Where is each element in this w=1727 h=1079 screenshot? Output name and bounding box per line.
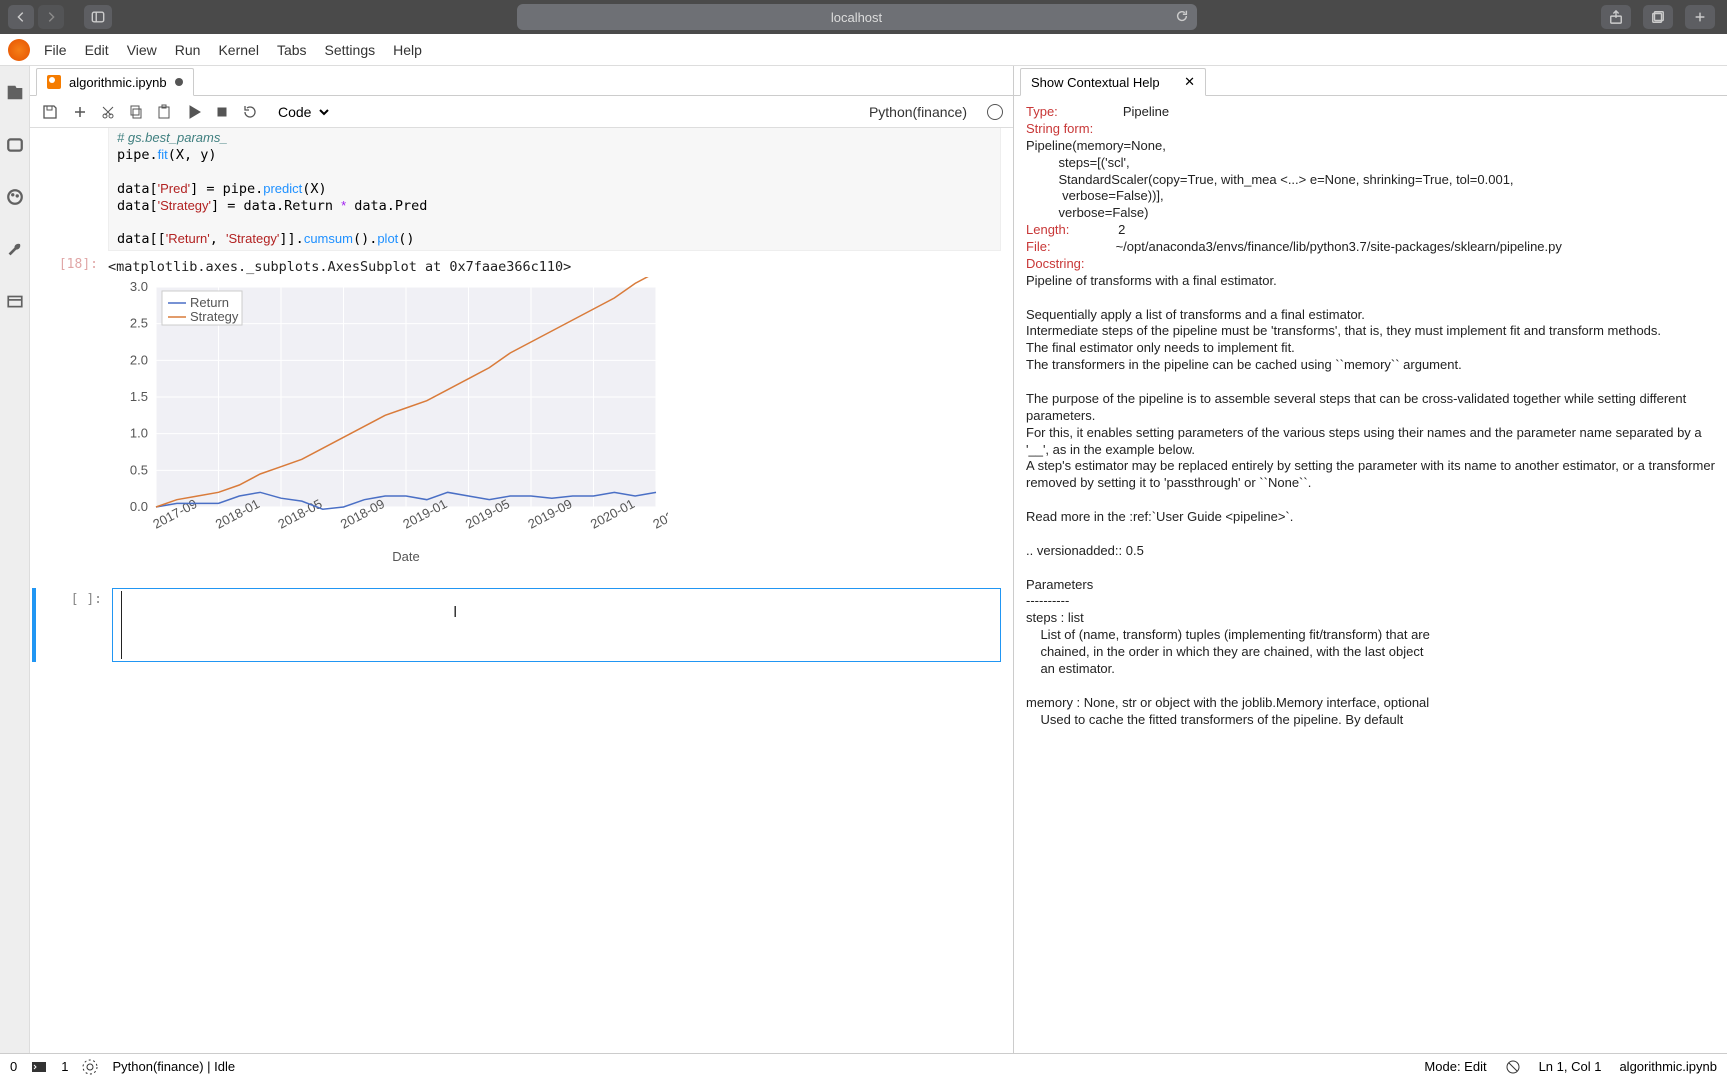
status-pos: Ln 1, Col 1 [1539,1059,1602,1074]
line-chart: 0.00.51.01.52.02.53.02017-092018-012018-… [108,277,668,567]
refresh-icon[interactable] [1175,9,1189,26]
cut-button[interactable] [98,102,118,122]
cell-type-select[interactable]: Code [270,101,332,123]
help-length-value: 2 [1118,222,1125,237]
status-kernel[interactable]: Python(finance) | Idle [112,1059,235,1074]
palette-icon[interactable] [6,188,24,206]
url-bar[interactable]: localhost [517,4,1197,30]
svg-text:Date: Date [392,549,419,564]
svg-text:0.0: 0.0 [130,499,148,514]
code-editor[interactable]: # gs.best_params_ pipe.fit(X, y) data['P… [108,128,1001,251]
restart-button[interactable] [240,102,260,122]
chart-output: 0.00.51.01.52.02.53.02017-092018-012018-… [108,277,1001,570]
save-button[interactable] [40,102,60,122]
insert-cell-button[interactable] [70,102,90,122]
help-type-label: Type: [1026,104,1058,119]
files-icon[interactable] [6,84,24,102]
help-stringform-label: String form: [1026,121,1093,136]
sidebar-toggle-button[interactable] [84,5,112,29]
browser-titlebar: localhost [0,0,1727,34]
url-text: localhost [831,10,882,25]
settings-icon[interactable] [82,1059,98,1075]
menu-edit[interactable]: Edit [85,42,109,58]
paste-button[interactable] [154,102,174,122]
notebook-tab-algorithmic[interactable]: algorithmic.ipynb [36,68,194,96]
no-error-icon[interactable] [1505,1059,1521,1075]
forward-button[interactable] [38,5,64,29]
cell-input-prompt: [ ]: [36,588,112,662]
back-button[interactable] [8,5,34,29]
svg-text:1.0: 1.0 [130,426,148,441]
kernel-status-icon [987,104,1003,120]
notebook-body[interactable]: # gs.best_params_ pipe.fit(X, y) data['P… [30,128,1013,1053]
status-mode: Mode: Edit [1424,1059,1486,1074]
help-type-value: Pipeline [1123,104,1169,119]
menu-file[interactable]: File [44,42,67,58]
activity-bar [0,66,30,1053]
svg-text:1.5: 1.5 [130,389,148,404]
menu-tabs[interactable]: Tabs [277,42,307,58]
copy-button[interactable] [126,102,146,122]
notebook-panel: algorithmic.ipynb Code Python(finance) [30,66,1014,1053]
stop-button[interactable] [212,102,232,122]
cell-output-text: <matplotlib.axes._subplots.AxesSubplot a… [108,257,571,277]
help-tab-label: Show Contextual Help [1031,75,1160,90]
open-tabs-icon[interactable] [6,292,24,310]
menu-help[interactable]: Help [393,42,422,58]
help-docstring-label: Docstring: [1026,256,1085,271]
menu-kernel[interactable]: Kernel [218,42,258,58]
cell-output-prompt: [18]: [32,257,108,277]
notebook-toolbar: Code Python(finance) [30,96,1013,128]
tab-close-icon[interactable]: ✕ [1184,74,1195,90]
help-tabs: Show Contextual Help ✕ [1014,66,1727,96]
running-icon[interactable] [6,136,24,154]
help-length-label: Length: [1026,222,1069,237]
wrench-icon[interactable] [6,240,24,258]
help-tab[interactable]: Show Contextual Help ✕ [1020,68,1206,96]
help-docstring-value: Pipeline of transforms with a final esti… [1026,273,1719,727]
cell-input-prompt [32,128,108,251]
unsaved-dot-icon [175,78,183,86]
help-panel: Show Contextual Help ✕ Type: Pipeline St… [1014,66,1727,1053]
svg-text:3.0: 3.0 [130,279,148,294]
help-stringform-value: Pipeline(memory=None, steps=[('scl', Sta… [1026,138,1514,221]
terminals-icon[interactable] [31,1059,47,1075]
notebook-file-icon [47,75,61,89]
status-left-num[interactable]: 0 [10,1059,17,1074]
svg-text:2.0: 2.0 [130,352,148,367]
tabs-button[interactable] [1643,5,1673,29]
status-file[interactable]: algorithmic.ipynb [1619,1059,1717,1074]
code-cell-18[interactable]: # gs.best_params_ pipe.fit(X, y) data['P… [32,128,1001,570]
empty-active-cell[interactable]: [ ]: I [32,588,1001,662]
notebook-tab-label: algorithmic.ipynb [69,75,167,90]
svg-text:2.5: 2.5 [130,316,148,331]
svg-text:Return: Return [190,295,229,310]
menu-view[interactable]: View [127,42,157,58]
menu-run[interactable]: Run [175,42,201,58]
status-bar: 0 1 Python(finance) | Idle Mode: Edit Ln… [0,1053,1727,1079]
kernel-name[interactable]: Python(finance) [869,104,967,120]
jupyter-logo-icon [8,39,30,61]
jupyter-menubar: File Edit View Run Kernel Tabs Settings … [0,34,1727,66]
svg-text:Strategy: Strategy [190,309,239,324]
notebook-tabs: algorithmic.ipynb [30,66,1013,96]
new-tab-button[interactable] [1685,5,1715,29]
help-file-label: File: [1026,239,1051,254]
menu-settings[interactable]: Settings [325,42,376,58]
help-file-value: ~/opt/anaconda3/envs/finance/lib/python3… [1116,239,1562,254]
share-button[interactable] [1601,5,1631,29]
help-body[interactable]: Type: Pipeline String form: Pipeline(mem… [1014,96,1727,1053]
code-editor[interactable]: I [112,588,1001,662]
run-button[interactable] [184,102,204,122]
status-terminals-count[interactable]: 1 [61,1059,68,1074]
svg-text:0.5: 0.5 [130,462,148,477]
